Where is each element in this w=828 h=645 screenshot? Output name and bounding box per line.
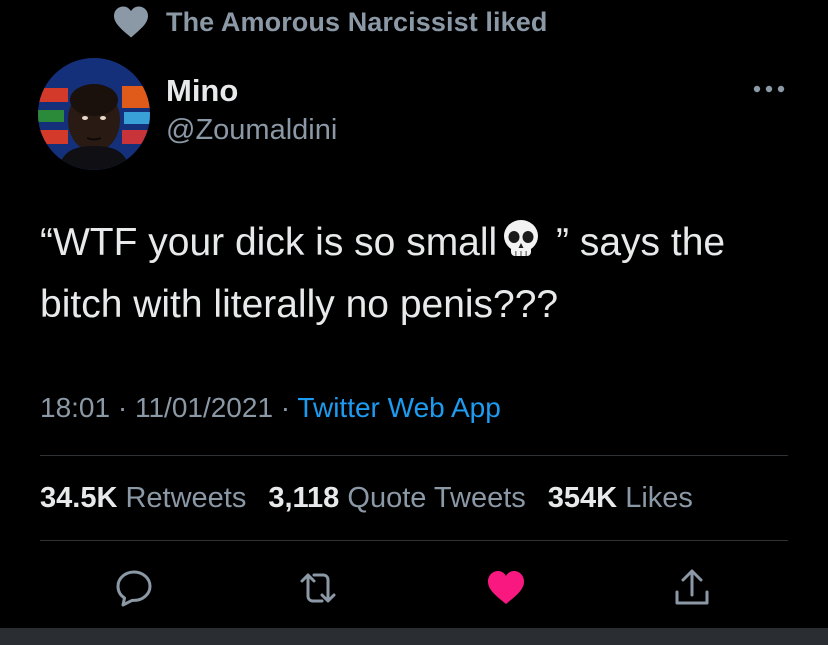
divider [40,540,788,541]
tweet-source[interactable]: Twitter Web App [297,392,500,423]
tweet-text-part1: “WTF your dick is so small [40,221,498,264]
tweet-time[interactable]: 18:01 [40,392,110,423]
heart-icon [114,6,148,38]
more-options-icon[interactable] [752,84,786,94]
stat-count: 354K [547,482,618,514]
reply-icon[interactable] [114,568,154,608]
tweet-text: “WTF your dick is so small ” says the bi… [40,212,800,336]
stat-retweets[interactable]: 34.5K Retweets [40,478,246,518]
share-icon[interactable] [672,568,712,608]
meta-separator: · [273,392,298,423]
stat-likes[interactable]: 354K Likes [548,478,693,518]
tweet-actions [40,560,788,616]
divider [40,455,788,456]
author-handle[interactable]: @Zoumaldini [166,110,337,150]
skull-emoji [504,220,539,256]
tweet-stats: 34.5K Retweets 3,118 Quote Tweets 354K L… [40,478,715,518]
retweet-icon[interactable] [298,568,338,608]
stat-label: Retweets [125,482,247,514]
stat-quote-tweets[interactable]: 3,118 Quote Tweets [268,478,525,518]
social-context[interactable]: The Amorous Narcissist liked [112,4,547,40]
social-context-text: The Amorous Narcissist liked [166,6,548,37]
tweet-header: Mino @Zoumaldini [38,56,798,172]
avatar[interactable] [38,58,150,170]
tweet-meta: 18:01 · 11/01/2021 · Twitter Web App [40,388,501,428]
stat-count: 34.5K [40,482,118,514]
stat-count: 3,118 [268,482,340,514]
like-icon[interactable] [486,568,526,608]
tweet-date[interactable]: 11/01/2021 [135,392,273,423]
stat-label: Quote Tweets [347,482,526,514]
bottom-bar [0,628,828,645]
stat-label: Likes [625,482,693,514]
meta-separator: · [110,392,135,423]
avatar-image [38,58,150,170]
author-name[interactable]: Mino [166,72,337,110]
